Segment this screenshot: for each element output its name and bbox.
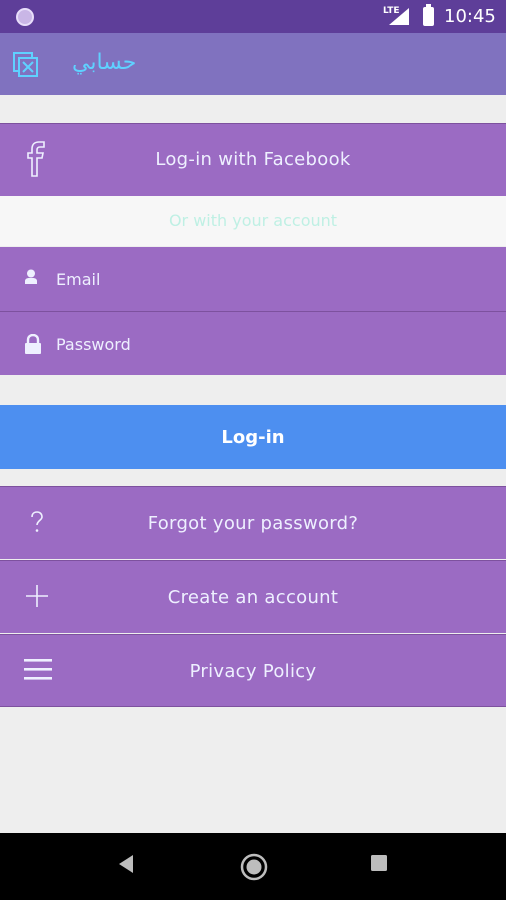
recents-icon[interactable] — [369, 853, 389, 875]
facebook-login-label: Log-in with Facebook — [155, 149, 351, 170]
login-button[interactable]: Log-in — [0, 405, 506, 469]
home-icon[interactable] — [240, 853, 268, 881]
password-input[interactable] — [56, 329, 476, 359]
email-input[interactable] — [56, 264, 476, 294]
app-title: حسابي — [72, 50, 137, 75]
create-account-label: Create an account — [167, 587, 339, 608]
create-account-button[interactable]: Create an account — [0, 560, 506, 633]
notification-dot-icon — [16, 8, 34, 26]
close-window-icon[interactable] — [13, 52, 39, 78]
forgot-password-label: Forgot your password? — [147, 513, 359, 534]
privacy-policy-label: Privacy Policy — [189, 661, 317, 682]
forgot-password-button[interactable]: Forgot your password? — [0, 486, 506, 559]
status-time: 10:45 — [444, 6, 496, 27]
password-field-row — [0, 311, 506, 375]
account-divider-text: Or with your account — [0, 196, 506, 246]
email-field-row — [0, 247, 506, 311]
privacy-policy-button[interactable]: Privacy Policy — [0, 634, 506, 707]
back-icon[interactable] — [116, 853, 136, 875]
signal-icon — [389, 8, 409, 25]
battery-icon — [423, 4, 434, 26]
system-nav-bar — [0, 833, 506, 900]
status-bar: LTE 10:45 — [0, 0, 506, 33]
facebook-login-button[interactable]: Log-in with Facebook — [0, 123, 506, 196]
app-bar: حسابي — [0, 33, 506, 95]
user-icon — [25, 269, 37, 284]
lock-icon — [25, 334, 41, 354]
